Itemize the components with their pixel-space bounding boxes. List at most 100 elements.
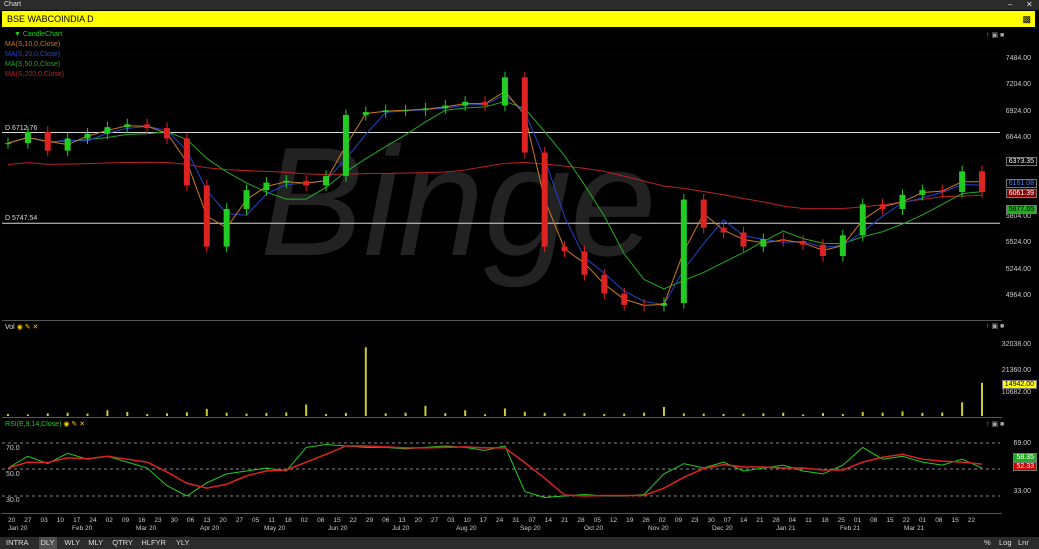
x-day-label: 13 xyxy=(398,517,406,524)
volume-bar xyxy=(503,408,506,416)
x-day-label: 21 xyxy=(561,517,569,524)
volume-bar xyxy=(344,412,347,416)
volume-bar xyxy=(26,414,29,416)
vol-pane-controls-icon[interactable]: ↑ ▣ ■ xyxy=(986,322,1004,330)
volume-bar xyxy=(285,412,288,416)
tab-qtry[interactable]: QTRY xyxy=(110,537,135,549)
candle-body xyxy=(521,77,528,153)
x-month-label: Dec 20 xyxy=(712,525,733,532)
percent-toggle[interactable]: % xyxy=(984,537,991,549)
candle-body xyxy=(839,235,846,256)
tab-hlfyr[interactable]: HLFYR xyxy=(139,537,168,549)
x-month-label: Feb 21 xyxy=(840,525,861,532)
legend-item-0[interactable]: ▼ CandleChart xyxy=(14,31,62,38)
volume-bar xyxy=(861,412,864,416)
x-day-label: 07 xyxy=(723,517,731,524)
x-day-label: 06 xyxy=(186,517,195,524)
price-tick-6: 5244.00 xyxy=(1005,265,1031,273)
candle-body xyxy=(979,171,985,193)
volume-bar xyxy=(762,413,765,416)
legend-item-4[interactable]: MA(S,200,0,Close) xyxy=(5,71,64,78)
volume-bar xyxy=(66,412,69,416)
volume-bar xyxy=(126,412,129,416)
tab-dly[interactable]: DLY xyxy=(38,537,57,549)
x-day-label: 12 xyxy=(609,517,618,524)
tab-wly[interactable]: WLY xyxy=(62,537,82,549)
log-toggle[interactable]: Log xyxy=(999,537,1012,549)
candle-body xyxy=(800,240,807,245)
x-day-label: 10 xyxy=(463,517,471,524)
eye-icon[interactable]: ◉ ✎ ✕ xyxy=(63,421,85,428)
candle-body xyxy=(641,304,648,306)
x-day-label: 15 xyxy=(886,517,894,524)
rsi-tag-1: 52.33 xyxy=(1013,462,1037,471)
candle-body xyxy=(939,190,946,193)
x-month-label: Jan 21 xyxy=(776,525,796,532)
vol-tick-0: 32038.00 xyxy=(1001,341,1031,348)
price-tick-1: 7204.00 xyxy=(1005,81,1031,89)
x-day-label: 08 xyxy=(317,517,325,524)
x-month-label: Oct 20 xyxy=(584,525,604,532)
candle-body xyxy=(561,246,568,252)
x-day-label: 02 xyxy=(658,517,666,524)
x-day-label: 14 xyxy=(544,517,553,524)
pane-divider[interactable] xyxy=(2,513,1002,514)
eye-icon[interactable]: ◉ ✎ ✕ xyxy=(17,324,39,331)
candle-body xyxy=(660,303,667,306)
rsi-left-tick-2: 30.0 xyxy=(6,497,20,504)
candle-body xyxy=(362,112,369,115)
candle-body xyxy=(183,138,190,186)
volume-bar xyxy=(802,414,805,416)
x-month-label: Jan 20 xyxy=(8,525,28,532)
tab-intra[interactable]: INTRA xyxy=(4,537,31,549)
x-month-label: Mar 20 xyxy=(136,525,157,532)
volume-bar xyxy=(901,411,904,416)
candle-body xyxy=(899,194,906,209)
candle-body xyxy=(501,77,508,106)
volume-bar xyxy=(484,414,487,416)
x-day-label: 06 xyxy=(382,517,390,524)
candle-body xyxy=(919,190,926,195)
x-day-label: 03 xyxy=(40,517,48,524)
price-tick-2: 6924.00 xyxy=(1005,107,1031,115)
pane-controls-icon[interactable]: ↑ ▣ ■ xyxy=(986,31,1004,39)
legend-item-2[interactable]: MA(S,20,0,Close) xyxy=(5,51,60,58)
chart-canvas[interactable]: Binge xyxy=(0,0,1039,549)
x-day-label: 07 xyxy=(528,517,536,524)
x-day-label: 23 xyxy=(154,517,162,524)
volume-bar xyxy=(205,408,208,416)
pane-divider[interactable] xyxy=(2,320,1002,321)
candle-body xyxy=(541,152,548,247)
legend-item-3[interactable]: MA(S,50,0,Close) xyxy=(5,61,60,68)
volume-bar xyxy=(981,382,983,416)
x-day-label: 20 xyxy=(219,517,227,524)
x-day-label: 28 xyxy=(577,517,585,524)
volume-bar xyxy=(702,413,705,416)
candle-body xyxy=(959,171,966,193)
candle-body xyxy=(680,199,687,304)
rsi-pane-controls-icon[interactable]: ↑ ▣ ■ xyxy=(986,420,1004,428)
rsi-tag-0: 58.35 xyxy=(1013,453,1037,462)
x-month-label: Aug 20 xyxy=(456,525,477,532)
x-day-label: 30 xyxy=(707,517,715,524)
x-day-label: 19 xyxy=(626,517,634,524)
volume-bar xyxy=(881,412,884,416)
volume-bar xyxy=(583,413,586,416)
price-tick-3: 6644.00 xyxy=(1005,134,1031,141)
x-day-label: 14 xyxy=(740,517,748,524)
x-day-label: 01 xyxy=(918,517,927,524)
tab-mly[interactable]: MLY xyxy=(86,537,105,549)
x-day-label: 27 xyxy=(24,517,32,524)
pane-divider[interactable] xyxy=(2,417,1002,418)
hline-label-upper: D 6712.76 xyxy=(5,125,38,132)
linear-toggle[interactable]: Lnr xyxy=(1018,537,1029,549)
candle-body xyxy=(84,133,91,139)
x-day-label: 24 xyxy=(496,517,504,524)
tab-yly[interactable]: YLY xyxy=(174,537,192,549)
legend-item-1[interactable]: MA(S,10,0,Close) xyxy=(5,41,60,48)
volume-bar xyxy=(225,412,228,416)
x-month-label: Jun 20 xyxy=(328,525,348,532)
volume-bar xyxy=(782,412,785,416)
x-day-label: 26 xyxy=(642,517,650,524)
x-day-label: 17 xyxy=(479,517,487,524)
